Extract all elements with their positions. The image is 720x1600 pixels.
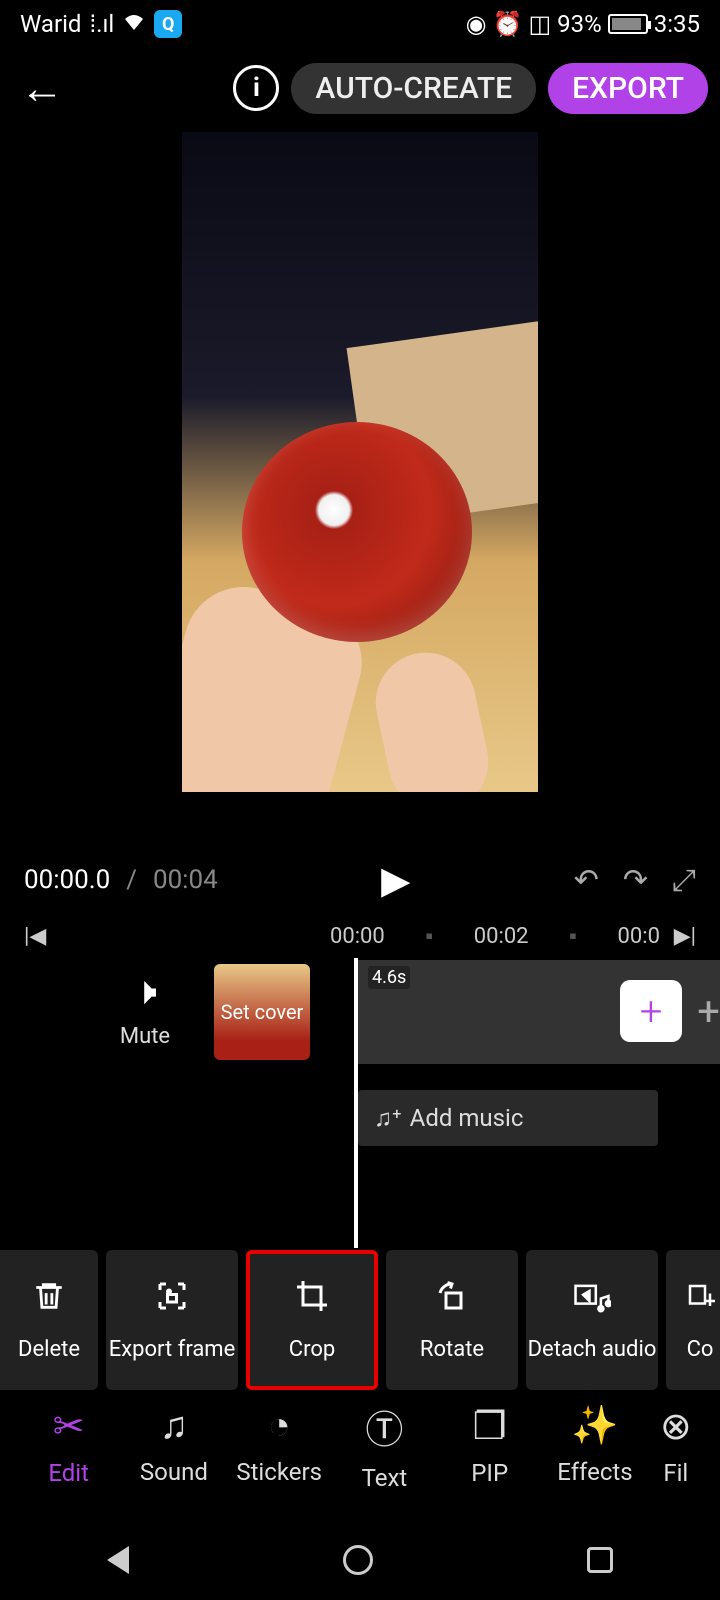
skip-start-button[interactable]: |◀ bbox=[24, 924, 46, 949]
tool-delete[interactable]: Delete bbox=[0, 1250, 98, 1390]
search-app-icon: Q bbox=[154, 10, 182, 38]
effects-icon: ✨ bbox=[571, 1404, 618, 1448]
tick-label: 00:02 bbox=[474, 924, 529, 949]
signal-icon: ⁞.ıl bbox=[89, 10, 114, 39]
info-button[interactable]: i bbox=[233, 65, 279, 111]
time-separator: / bbox=[126, 865, 137, 895]
time-ticks: 00:00 ▪ 00:02 ▪ 00:0 bbox=[330, 923, 660, 949]
tab-label: Edit bbox=[48, 1459, 89, 1487]
tick-dot: ▪ bbox=[569, 923, 577, 949]
set-cover-label: Set cover bbox=[221, 1000, 304, 1024]
add-clip-button[interactable]: + bbox=[620, 980, 682, 1042]
tab-label: Effects bbox=[557, 1458, 632, 1486]
text-icon: Ⓣ bbox=[365, 1399, 403, 1454]
battery-pct: 93% bbox=[557, 10, 602, 38]
tool-label: Detach audio bbox=[528, 1337, 657, 1362]
music-note-icon: ♫⁺ bbox=[374, 1104, 402, 1133]
nav-home-button[interactable] bbox=[343, 1545, 373, 1575]
tab-label: Sound bbox=[140, 1458, 208, 1486]
android-nav-bar bbox=[0, 1520, 720, 1600]
fullscreen-button[interactable]: ⤢ bbox=[672, 863, 696, 898]
tick-label: 00:00 bbox=[330, 924, 385, 949]
tool-label: Rotate bbox=[420, 1337, 484, 1362]
clip-duration-label: 4.6s bbox=[368, 966, 410, 989]
alarm-icon: ⏰ bbox=[493, 10, 523, 38]
tool-detach-audio[interactable]: Detach audio bbox=[526, 1250, 658, 1390]
detach-audio-icon bbox=[573, 1278, 611, 1323]
copy-icon bbox=[685, 1278, 715, 1323]
nav-back-button[interactable] bbox=[107, 1546, 129, 1574]
skip-end-button[interactable]: ▶| bbox=[674, 924, 696, 949]
status-bar: Warid ⁞.ıl Q ◉ ⏰ ◫ 93% 3:35 bbox=[0, 0, 720, 48]
set-cover-button[interactable]: Set cover bbox=[214, 964, 310, 1060]
tab-label: Fil bbox=[663, 1459, 688, 1487]
sticker-icon: ◔ bbox=[268, 1404, 291, 1448]
music-icon: ♫ bbox=[160, 1404, 189, 1448]
editor-top-bar: ← i AUTO-CREATE EXPORT bbox=[0, 48, 720, 128]
tool-crop[interactable]: Crop bbox=[246, 1250, 378, 1390]
clip-tools-row[interactable]: Delete Export frame Crop Rotate Detach a… bbox=[0, 1250, 720, 1390]
play-button[interactable]: ▶ bbox=[381, 858, 410, 903]
tool-label: Export frame bbox=[109, 1337, 236, 1362]
tab-filters[interactable]: ⊗ Fil bbox=[648, 1404, 704, 1487]
add-music-button[interactable]: ♫⁺ Add music bbox=[358, 1090, 658, 1146]
tab-label: PIP bbox=[471, 1459, 508, 1487]
clock-label: 3:35 bbox=[654, 10, 700, 38]
clip-thumb bbox=[479, 960, 600, 1064]
tool-label: Co bbox=[687, 1337, 714, 1362]
export-frame-icon bbox=[154, 1278, 190, 1323]
timeline-ruler[interactable]: |◀ 00:00 ▪ 00:02 ▪ 00:0 ▶| bbox=[0, 912, 720, 960]
export-button[interactable]: EXPORT bbox=[548, 63, 708, 114]
tool-rotate[interactable]: Rotate bbox=[386, 1250, 518, 1390]
mute-label: Mute bbox=[90, 1024, 200, 1049]
tab-stickers[interactable]: ◔ Stickers bbox=[227, 1404, 332, 1486]
tick-label: 00:0 bbox=[618, 924, 660, 949]
tab-label: Stickers bbox=[236, 1458, 322, 1486]
scissors-icon: ✂ bbox=[53, 1404, 85, 1449]
crop-icon bbox=[294, 1278, 330, 1323]
editor-tabs: ✂ Edit ♫ Sound ◔ Stickers Ⓣ Text ❐ PIP ✨… bbox=[0, 1390, 720, 1500]
tab-pip[interactable]: ❐ PIP bbox=[437, 1404, 542, 1487]
preview-content bbox=[366, 643, 497, 792]
mute-button[interactable]: 🕨 Mute bbox=[90, 970, 200, 1049]
transport-bar: 00:00.0 / 00:04 ▶ ↶ ↷ ⤢ bbox=[0, 848, 720, 912]
tool-copy[interactable]: Co bbox=[666, 1250, 720, 1390]
preview-area bbox=[0, 128, 720, 848]
undo-button[interactable]: ↶ bbox=[574, 863, 599, 898]
nav-recent-button[interactable] bbox=[587, 1547, 613, 1573]
auto-create-button[interactable]: AUTO-CREATE bbox=[291, 63, 536, 114]
speaker-icon: 🕨 bbox=[90, 970, 200, 1014]
eye-icon: ◉ bbox=[466, 10, 487, 38]
battery-icon bbox=[608, 14, 648, 34]
add-clip-overflow[interactable]: + bbox=[697, 988, 720, 1035]
trash-icon bbox=[32, 1278, 66, 1323]
playhead[interactable] bbox=[354, 958, 358, 1248]
preview-content bbox=[242, 422, 472, 642]
wifi-icon bbox=[122, 10, 146, 38]
back-button[interactable]: ← bbox=[12, 54, 72, 122]
tool-export-frame[interactable]: Export frame bbox=[106, 1250, 238, 1390]
carrier-label: Warid bbox=[20, 10, 81, 38]
time-total: 00:04 bbox=[153, 865, 218, 895]
rotate-icon bbox=[434, 1278, 470, 1323]
add-music-label: Add music bbox=[410, 1104, 524, 1132]
filters-icon: ⊗ bbox=[660, 1404, 692, 1449]
tab-sound[interactable]: ♫ Sound bbox=[121, 1404, 226, 1486]
tab-text[interactable]: Ⓣ Text bbox=[332, 1399, 437, 1492]
tab-label: Text bbox=[362, 1464, 408, 1492]
timeline[interactable]: 🕨 Mute Set cover 4.6s + + ♫⁺ Add music bbox=[0, 960, 720, 1180]
tab-edit[interactable]: ✂ Edit bbox=[16, 1404, 121, 1487]
video-preview[interactable] bbox=[182, 132, 538, 792]
redo-button[interactable]: ↷ bbox=[623, 863, 648, 898]
tool-label: Delete bbox=[18, 1337, 80, 1362]
tool-label: Crop bbox=[289, 1337, 335, 1362]
time-current: 00:00.0 bbox=[24, 865, 110, 895]
vibrate-icon: ◫ bbox=[528, 10, 551, 38]
pip-icon: ❐ bbox=[473, 1404, 507, 1449]
tab-effects[interactable]: ✨ Effects bbox=[542, 1404, 647, 1486]
tick-dot: ▪ bbox=[425, 923, 433, 949]
